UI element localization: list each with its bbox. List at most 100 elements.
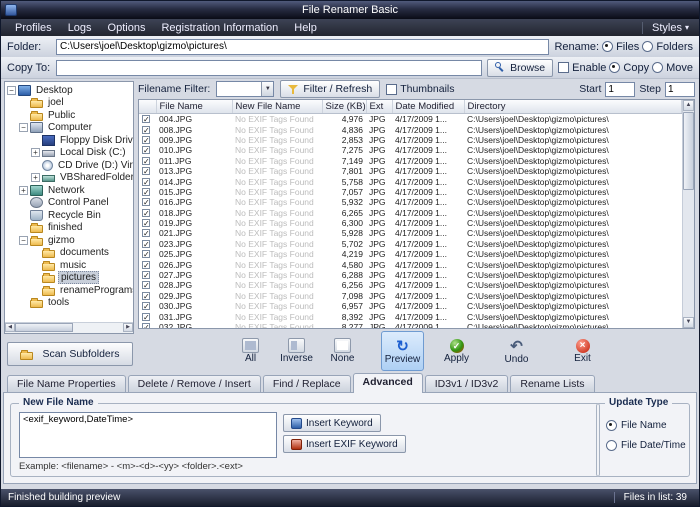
copy-to-input[interactable] (56, 60, 482, 76)
insert-keyword-button[interactable]: Insert Keyword (283, 414, 381, 432)
row-checkbox[interactable]: ✓ (142, 198, 150, 206)
scroll-right-icon[interactable]: ▶ (123, 323, 133, 332)
row-checkbox[interactable]: ✓ (142, 240, 150, 248)
row-checkbox[interactable]: ✓ (142, 126, 150, 134)
all-button[interactable]: All (229, 331, 272, 371)
inverse-button[interactable]: Inverse (275, 331, 318, 371)
tree-item-tools[interactable]: tools (5, 297, 133, 310)
tree-hscrollbar[interactable]: ◀ ▶ (5, 322, 133, 333)
row-checkbox[interactable]: ✓ (142, 261, 150, 269)
tree-item-network[interactable]: +Network (5, 184, 133, 197)
table-vscrollbar[interactable]: ▲ ▼ (682, 100, 694, 328)
column-header-file-name[interactable]: File Name (156, 100, 232, 114)
row-checkbox[interactable]: ✓ (142, 146, 150, 154)
combo-dropdown-icon[interactable]: ▼ (261, 82, 273, 96)
tree-item-recycle-bin[interactable]: Recycle Bin (5, 209, 133, 222)
menu-item-help[interactable]: Help (286, 21, 325, 35)
rename-files-radio[interactable] (602, 41, 613, 52)
tab-id3v1-id3v2[interactable]: ID3v1 / ID3v2 (425, 375, 509, 392)
folder-tree[interactable]: ◀ ▶ −DesktopjoelPublic−ComputerFloppy Di… (4, 81, 134, 334)
plus-expander-icon[interactable]: + (19, 186, 28, 195)
row-checkbox[interactable]: ✓ (142, 219, 150, 227)
vscroll-thumb[interactable] (683, 112, 694, 190)
filename-filter-input[interactable] (217, 83, 261, 95)
folder-path-input[interactable] (56, 39, 549, 55)
row-checkbox[interactable]: ✓ (142, 302, 150, 310)
tree-item-cd-drive-d-virtualbox-guest[interactable]: CD Drive (D:) VirtualBox Guest (5, 159, 133, 172)
tree-item-music[interactable]: music (5, 259, 133, 272)
hscroll-thumb[interactable] (15, 323, 73, 332)
row-checkbox[interactable]: ✓ (142, 157, 150, 165)
thumbnails-checkbox[interactable] (386, 84, 397, 95)
tab-delete-remove-insert[interactable]: Delete / Remove / Insert (128, 375, 261, 392)
table-row[interactable]: ✓032.JPGNo EXIF Tags Found8,277JPG4/17/2… (139, 322, 682, 329)
row-checkbox[interactable]: ✓ (142, 292, 150, 300)
minus-expander-icon[interactable]: − (19, 236, 28, 245)
tab-rename-lists[interactable]: Rename Lists (510, 375, 594, 392)
column-header-directory[interactable]: Directory (464, 100, 682, 114)
start-input[interactable] (605, 82, 635, 97)
scan-subfolders-button[interactable]: Scan Subfolders (7, 342, 133, 366)
table-row[interactable]: ✓008.JPGNo EXIF Tags Found4,836JPG4/17/2… (139, 124, 682, 134)
tree-item-finished[interactable]: finished (5, 222, 133, 235)
table-row[interactable]: ✓014.JPGNo EXIF Tags Found5,758JPG4/17/2… (139, 176, 682, 186)
table-row[interactable]: ✓021.JPGNo EXIF Tags Found5,928JPG4/17/2… (139, 228, 682, 238)
undo-button[interactable]: ↶Undo (495, 331, 538, 371)
tab-file-name-properties[interactable]: File Name Properties (7, 375, 126, 392)
table-row[interactable]: ✓010.JPGNo EXIF Tags Found7,275JPG4/17/2… (139, 145, 682, 155)
table-row[interactable]: ✓025.JPGNo EXIF Tags Found4,219JPG4/17/2… (139, 249, 682, 259)
row-checkbox[interactable]: ✓ (142, 229, 150, 237)
table-row[interactable]: ✓009.JPGNo EXIF Tags Found2,853JPG4/17/2… (139, 135, 682, 145)
scroll-up-icon[interactable]: ▲ (683, 100, 694, 111)
table-row[interactable]: ✓019.JPGNo EXIF Tags Found6,300JPG4/17/2… (139, 218, 682, 228)
tree-item-vbsharedfolder-vboxsvr[interactable]: +VBSharedFolder (\\vboxsvr) (... (5, 172, 133, 185)
table-row[interactable]: ✓018.JPGNo EXIF Tags Found6,265JPG4/17/2… (139, 208, 682, 218)
tree-item-desktop[interactable]: −Desktop (5, 84, 133, 97)
file-datetime-radio[interactable] (606, 440, 617, 451)
plus-expander-icon[interactable]: + (31, 173, 40, 182)
table-row[interactable]: ✓027.JPGNo EXIF Tags Found6,288JPG4/17/2… (139, 270, 682, 280)
tree-item-public[interactable]: Public (5, 109, 133, 122)
column-header-new-file-name[interactable]: New File Name (232, 100, 322, 114)
tab-find-replace[interactable]: Find / Replace (263, 375, 351, 392)
tree-item-joel[interactable]: joel (5, 97, 133, 110)
tree-item-gizmo[interactable]: −gizmo (5, 234, 133, 247)
move-radio[interactable] (652, 62, 663, 73)
row-checkbox[interactable]: ✓ (142, 313, 150, 321)
table-row[interactable]: ✓029.JPGNo EXIF Tags Found7,098JPG4/17/2… (139, 291, 682, 301)
row-checkbox[interactable]: ✓ (142, 271, 150, 279)
apply-button[interactable]: ✓Apply (435, 331, 478, 371)
tree-item-floppy-disk-drive-a[interactable]: Floppy Disk Drive (A:) (5, 134, 133, 147)
column-header-size-kb[interactable]: Size (KB) (322, 100, 366, 114)
table-row[interactable]: ✓011.JPGNo EXIF Tags Found7,149JPG4/17/2… (139, 156, 682, 166)
row-checkbox[interactable]: ✓ (142, 323, 150, 329)
preview-button[interactable]: ↻Preview (381, 331, 424, 371)
rename-folders-radio[interactable] (642, 41, 653, 52)
tree-item-pictures[interactable]: pictures (5, 272, 133, 285)
tree-item-renameprograms[interactable]: renamePrograms (5, 284, 133, 297)
row-checkbox[interactable]: ✓ (142, 178, 150, 186)
minus-expander-icon[interactable]: − (7, 86, 16, 95)
row-checkbox[interactable]: ✓ (142, 115, 150, 123)
menu-item-logs[interactable]: Logs (60, 21, 100, 35)
menu-item-profiles[interactable]: Profiles (7, 21, 60, 35)
table-row[interactable]: ✓013.JPGNo EXIF Tags Found7,801JPG4/17/2… (139, 166, 682, 176)
exit-button[interactable]: ×Exit (561, 331, 604, 371)
table-row[interactable]: ✓016.JPGNo EXIF Tags Found5,932JPG4/17/2… (139, 197, 682, 207)
row-checkbox[interactable]: ✓ (142, 167, 150, 175)
styles-menu[interactable]: Styles ▾ (642, 22, 693, 34)
tree-item-local-disk-c[interactable]: +Local Disk (C:) (5, 147, 133, 160)
new-file-name-input[interactable]: <exif_keyword,DateTime> (19, 412, 277, 458)
copy-radio[interactable] (609, 62, 620, 73)
tree-item-control-panel[interactable]: Control Panel (5, 197, 133, 210)
menu-item-options[interactable]: Options (100, 21, 154, 35)
table-row[interactable]: ✓004.JPGNo EXIF Tags Found4,976JPG4/17/2… (139, 114, 682, 125)
column-header-date-modified[interactable]: Date Modified (392, 100, 464, 114)
none-button[interactable]: None (321, 331, 364, 371)
row-checkbox[interactable]: ✓ (142, 188, 150, 196)
tab-advanced[interactable]: Advanced (353, 373, 423, 393)
table-row[interactable]: ✓028.JPGNo EXIF Tags Found6,256JPG4/17/2… (139, 280, 682, 290)
row-checkbox[interactable]: ✓ (142, 250, 150, 258)
table-row[interactable]: ✓023.JPGNo EXIF Tags Found5,702JPG4/17/2… (139, 239, 682, 249)
table-row[interactable]: ✓015.JPGNo EXIF Tags Found7,057JPG4/17/2… (139, 187, 682, 197)
